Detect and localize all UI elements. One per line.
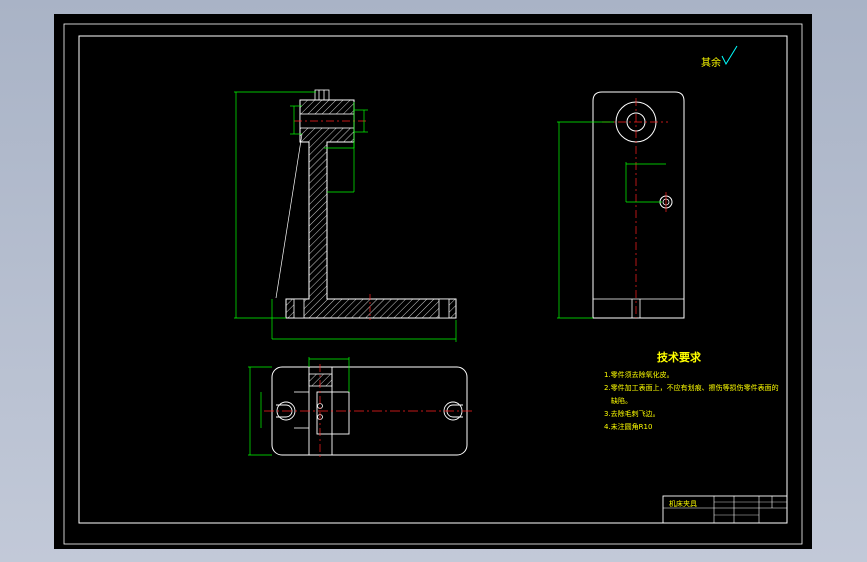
front-view-section — [285, 99, 457, 319]
drawing-frame — [78, 35, 788, 524]
technical-requirements: 技术要求 1.零件须去除氧化皮。 2.零件加工表面上，不应有划痕、擦伤等损伤零件… — [604, 350, 779, 431]
top-view — [264, 364, 474, 458]
clamp-jaw — [314, 89, 330, 101]
side-view — [592, 91, 685, 319]
tech-item-2: 2.零件加工表面上，不应有划痕、擦伤等损伤零件表面的 — [604, 383, 779, 392]
front-view — [275, 89, 457, 320]
drawing-viewport[interactable]: 其余 技术要求 1.零件须去除氧化皮。 2.零件加工表面上，不应有划痕、擦伤等损… — [54, 14, 812, 549]
top-dimensions — [248, 357, 350, 456]
tech-item-3: 3.去除毛刺飞边。 — [604, 409, 660, 418]
side-dimensions — [557, 121, 666, 319]
cad-canvas: 其余 技术要求 1.零件须去除氧化皮。 2.零件加工表面上，不应有划痕、擦伤等损… — [63, 23, 803, 545]
base-slot-right — [438, 298, 450, 319]
title-block: 机床夹具 — [662, 495, 788, 524]
side-view-outline — [592, 91, 685, 319]
title-block-name: 机床夹具 — [669, 499, 697, 508]
sheet-border — [63, 23, 803, 545]
top-upright-hatch — [308, 373, 333, 387]
base-slot-left — [293, 298, 305, 319]
tech-item-2b: 缺陷。 — [611, 396, 632, 405]
top-clamp-block — [316, 391, 350, 435]
front-leader — [275, 133, 303, 299]
tech-item-1: 1.零件须去除氧化皮。 — [604, 370, 674, 379]
tech-title: 技术要求 — [657, 350, 702, 364]
tech-item-4: 4.未注圆角R10 — [604, 422, 652, 431]
surface-finish-mark: 其余 — [701, 45, 738, 69]
roughness-symbol — [721, 45, 738, 66]
surface-finish-label: 其余 — [701, 56, 721, 69]
